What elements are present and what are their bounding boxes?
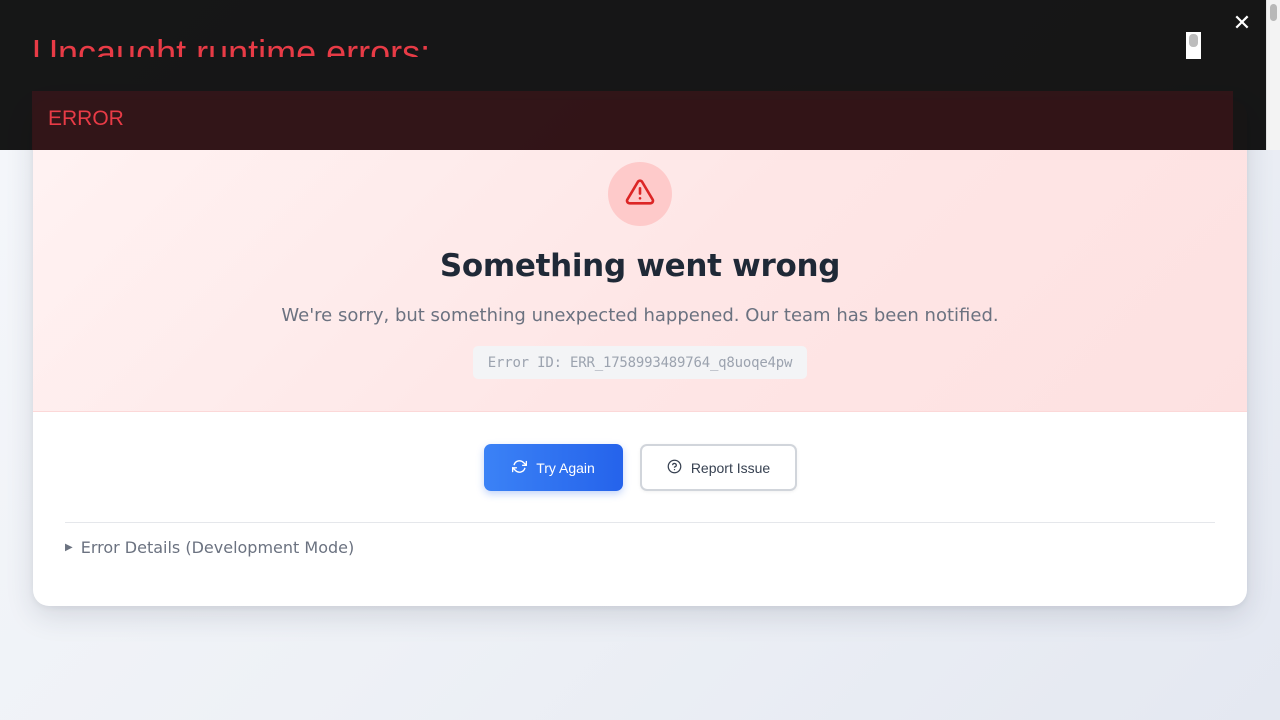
report-issue-label: Report Issue	[690, 459, 771, 476]
try-again-button[interactable]: Try Again	[484, 444, 623, 491]
error-card: Something went wrong We're sorry, but so…	[33, 100, 1247, 606]
error-details-toggle[interactable]: ▶ Error Details (Development Mode)	[65, 538, 354, 557]
overlay-error-label: ERROR	[48, 107, 124, 130]
help-circle-icon	[667, 459, 682, 477]
runtime-error-overlay: Uncaught runtime errors: ✕ ERROR	[0, 0, 1266, 150]
overlay-error-box: ERROR	[32, 91, 1233, 150]
warning-icon-badge	[608, 162, 672, 226]
details-divider	[65, 522, 1215, 523]
scrollbar-thumb[interactable]	[1270, 4, 1277, 21]
refresh-icon	[512, 459, 528, 477]
close-icon[interactable]: ✕	[1230, 12, 1254, 36]
try-again-label: Try Again	[536, 459, 595, 476]
report-issue-button[interactable]: Report Issue	[640, 444, 797, 491]
error-id-badge: Error ID: ERR_1758993489764_q8uoqe4pw	[473, 346, 807, 379]
warning-triangle-icon	[625, 177, 655, 212]
error-title: Something went wrong	[439, 248, 841, 284]
error-message: We're sorry, but something unexpected ha…	[281, 305, 999, 326]
error-details-label: Error Details (Development Mode)	[80, 538, 355, 557]
overlay-scrollbar[interactable]	[1266, 0, 1280, 150]
overlay-title: Uncaught runtime errors:	[32, 32, 431, 57]
overlay-scroll-widget[interactable]	[1186, 32, 1201, 59]
disclosure-triangle-icon: ▶	[65, 542, 73, 553]
